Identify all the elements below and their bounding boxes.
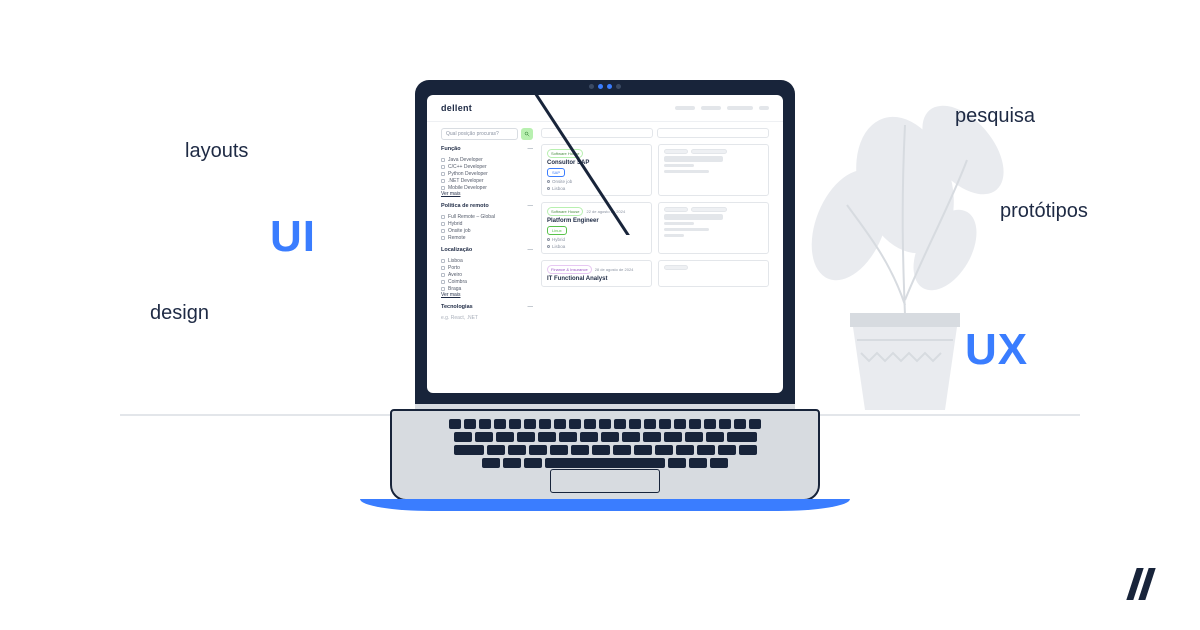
- label-design: design: [150, 302, 209, 325]
- keyboard-illustration: [432, 419, 778, 468]
- job-meta: Lisboa: [547, 244, 646, 249]
- filter-option[interactable]: Porto: [441, 264, 533, 271]
- filter-option[interactable]: Onsite job: [441, 227, 533, 234]
- category-chip: Software House: [547, 149, 583, 158]
- facet-title: Política de remoto: [441, 203, 489, 209]
- laptop-illustration: dellent Qual posição procuras?: [390, 80, 820, 520]
- filter-option[interactable]: Aveiro: [441, 271, 533, 278]
- category-chip: Finance & Insurance: [547, 265, 592, 274]
- filter-option[interactable]: Java Developer: [441, 156, 533, 163]
- webcam-cluster: [589, 84, 621, 89]
- sort-controls[interactable]: [541, 128, 769, 138]
- nav-skeleton: [675, 106, 769, 110]
- job-title: Platform Engineer: [547, 218, 646, 224]
- filter-option[interactable]: Lisboa: [441, 257, 533, 264]
- brand-logo: dellent: [441, 103, 472, 113]
- tech-badge: SAP: [547, 168, 565, 177]
- category-chip: Software House: [547, 207, 583, 216]
- search-icon: [524, 131, 530, 137]
- date-chip: 22 de agosto de 2024: [586, 209, 625, 214]
- job-board-app: dellent Qual posição procuras?: [427, 95, 783, 393]
- job-meta: Hybrid: [547, 237, 646, 242]
- job-card[interactable]: Software House Consultor SAP SAP Onsite …: [541, 144, 652, 196]
- filter-option[interactable]: Python Developer: [441, 170, 533, 177]
- filter-tag-input[interactable]: e.g. React, .NET: [441, 314, 533, 321]
- filter-option[interactable]: Coimbra: [441, 278, 533, 285]
- filter-option[interactable]: Braga: [441, 285, 533, 292]
- filter-option[interactable]: Remote: [441, 234, 533, 241]
- filter-option[interactable]: C/C++ Developer: [441, 163, 533, 170]
- tech-badge: Linux: [547, 226, 567, 235]
- facet-title: Função: [441, 146, 461, 152]
- facet-tecnologias: Tecnologias— e.g. React, .NET: [441, 304, 533, 321]
- label-layouts: layouts: [185, 140, 248, 163]
- search-bar[interactable]: Qual posição procuras?: [441, 128, 533, 140]
- filter-option[interactable]: Full Remote – Global: [441, 213, 533, 220]
- label-ui: UI: [270, 212, 316, 262]
- search-input[interactable]: Qual posição procuras?: [441, 128, 518, 140]
- facet-title: Tecnologias: [441, 304, 473, 310]
- label-ux: UX: [965, 325, 1028, 375]
- job-title: IT Functional Analyst: [547, 276, 646, 282]
- label-pesquisa: pesquisa: [955, 105, 1035, 128]
- trackpad-illustration: [550, 469, 660, 493]
- filter-option[interactable]: Hybrid: [441, 220, 533, 227]
- see-more-link[interactable]: Ver mais: [441, 292, 533, 298]
- job-card[interactable]: Finance & Insurance 28 de agosto de 2024…: [541, 260, 652, 287]
- job-title: Consultor SAP: [547, 160, 646, 166]
- search-button[interactable]: [521, 128, 533, 140]
- job-meta: Lisboa: [547, 186, 646, 191]
- see-more-link[interactable]: Ver mais: [441, 191, 533, 197]
- job-card-skeleton: [658, 202, 769, 254]
- facet-funcao: Função— Java Developer C/C++ Developer P…: [441, 146, 533, 197]
- filter-option[interactable]: .NET Developer: [441, 177, 533, 184]
- facet-localizacao: Localização— Lisboa Porto Aveiro Coimbra…: [441, 247, 533, 298]
- job-meta: Onsite job: [547, 179, 646, 184]
- job-card-skeleton: [658, 144, 769, 196]
- job-card[interactable]: Software House 22 de agosto de 2024 Plat…: [541, 202, 652, 254]
- date-chip: 28 de agosto de 2024: [595, 267, 634, 272]
- label-prototipos: protótipos: [1000, 200, 1088, 223]
- filter-option[interactable]: Mobile Developer: [441, 184, 533, 191]
- facet-title: Localização: [441, 247, 472, 253]
- job-card-skeleton: [658, 260, 769, 287]
- brand-mark-icon: [1120, 564, 1160, 604]
- facet-remoto: Política de remoto— Full Remote – Global…: [441, 203, 533, 241]
